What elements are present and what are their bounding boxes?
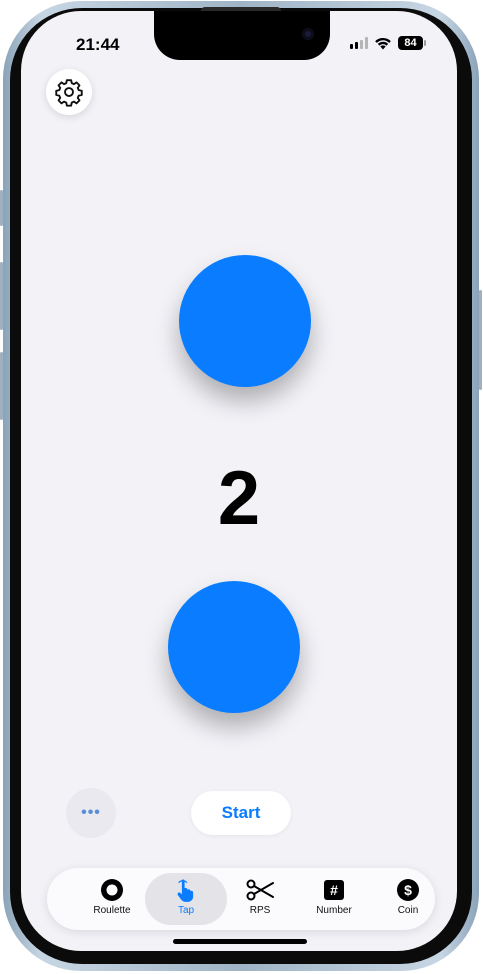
tap-hand-icon [173,877,199,903]
svg-text:#: # [330,882,338,898]
screen: 21:44 84 2 ••• Start Roulette Tap RPS # … [21,11,457,951]
tab-tap[interactable]: Tap [145,873,227,925]
volume-down-button [0,352,3,420]
status-time: 21:44 [76,35,120,54]
number-icon: # [323,877,345,903]
tab-label: RPS [249,905,271,916]
count-display: 2 [217,456,261,541]
more-options-button[interactable]: ••• [66,788,116,838]
start-button[interactable]: Start [191,791,291,835]
roulette-icon [100,877,124,903]
coin-icon: $ [396,877,420,903]
home-indicator[interactable] [173,939,307,944]
dynamic-notch [154,11,330,60]
battery-indicator: 84 [398,36,426,50]
tab-rps[interactable]: RPS [219,873,301,925]
wifi-icon [375,37,391,49]
tab-label: Number [316,905,352,916]
bottom-tap-circle[interactable] [168,581,300,713]
tab-number[interactable]: # Number [293,873,375,925]
svg-text:$: $ [404,882,412,898]
scissors-icon [245,877,275,903]
cellular-signal-icon [350,37,368,49]
tab-coin[interactable]: $ Coin [367,873,449,925]
tab-label: Tap [177,905,195,916]
volume-up-button [0,262,3,330]
tab-label: Roulette [93,905,131,916]
action-button [0,190,3,226]
settings-button[interactable] [46,69,92,115]
power-button [479,290,482,390]
front-camera [302,28,314,40]
top-tap-circle[interactable] [179,255,311,387]
gear-icon [55,79,83,107]
tab-roulette[interactable]: Roulette [71,873,153,925]
tab-label: Coin [397,905,419,916]
status-indicators: 84 [350,36,426,50]
tab-bar: Roulette Tap RPS # Number $ Coin [47,868,435,930]
